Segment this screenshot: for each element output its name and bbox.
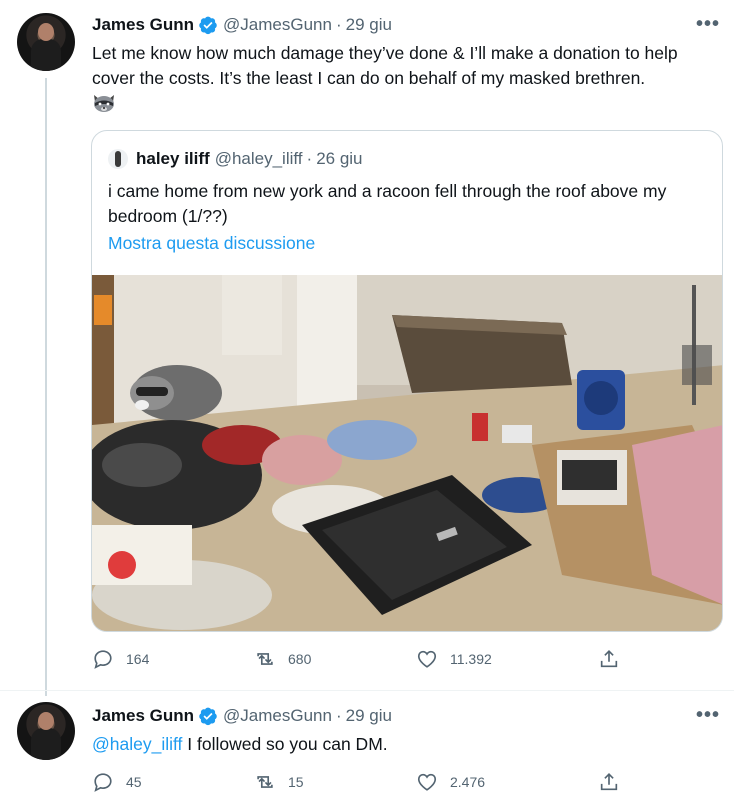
reply-button[interactable]: 45 <box>92 771 142 793</box>
tweet-photo[interactable] <box>92 275 723 632</box>
retweet-button[interactable]: 15 <box>254 771 304 793</box>
quoted-tweet-text: i came home from new york and a racoon f… <box>108 181 667 226</box>
quoted-tweet[interactable]: haley iliff @haley_iliff · 26 giu i came… <box>91 130 723 632</box>
avatar[interactable] <box>17 702 75 760</box>
quoted-avatar <box>108 149 128 169</box>
retweet-count: 680 <box>288 651 312 667</box>
retweet-icon <box>257 776 273 788</box>
tweet-header: James Gunn @JamesGunn · 29 giu <box>92 706 392 726</box>
share-button[interactable] <box>598 648 632 670</box>
tweet-reply[interactable]: James Gunn @JamesGunn · 29 giu ••• @hale… <box>0 691 734 803</box>
heart-icon <box>417 650 437 668</box>
share-button[interactable] <box>598 771 632 793</box>
quoted-tweet-header: haley iliff @haley_iliff · 26 giu <box>108 149 363 169</box>
more-options-icon[interactable]: ••• <box>696 704 720 727</box>
share-icon <box>600 773 618 791</box>
heart-icon <box>417 773 437 791</box>
avatar[interactable] <box>17 13 75 71</box>
action-bar: 164 680 11.392 <box>92 648 632 672</box>
show-thread-link[interactable]: Mostra questa discussione <box>108 233 315 254</box>
retweet-icon <box>257 653 273 665</box>
tweet-text-content: Let me know how much damage they’ve done… <box>92 43 678 88</box>
tweet-text: @haley_iliff I followed so you can DM. <box>92 732 722 757</box>
like-count: 11.392 <box>450 651 492 667</box>
author-name[interactable]: James Gunn <box>92 15 194 35</box>
reply-count: 164 <box>126 651 150 667</box>
like-button[interactable]: 2.476 <box>416 771 485 793</box>
reply-button[interactable]: 164 <box>92 648 149 670</box>
tweet-header: James Gunn @JamesGunn · 29 giu <box>92 15 392 35</box>
like-count: 2.476 <box>450 774 486 790</box>
mention-link[interactable]: @haley_iliff <box>92 734 182 754</box>
author-handle[interactable]: @JamesGunn <box>223 15 332 35</box>
verified-badge-icon <box>199 16 217 35</box>
tweet-timestamp[interactable]: 29 giu <box>346 706 392 726</box>
separator-dot: · <box>335 15 342 34</box>
author-handle[interactable]: @JamesGunn <box>223 706 332 726</box>
tweet-text-content: I followed so you can DM. <box>182 734 388 754</box>
tweet-timestamp[interactable]: 29 giu <box>346 15 392 35</box>
author-name[interactable]: James Gunn <box>92 706 194 726</box>
share-icon <box>600 650 618 668</box>
retweet-button[interactable]: 680 <box>254 648 311 670</box>
action-bar: 45 15 2.476 <box>92 771 632 795</box>
quoted-timestamp: 26 giu <box>316 149 363 168</box>
quoted-author-name: haley iliff <box>136 149 210 168</box>
verified-badge-icon <box>199 707 217 726</box>
thread-connector-line <box>45 78 47 696</box>
more-options-icon[interactable]: ••• <box>696 13 720 36</box>
separator-dot: · <box>335 706 342 725</box>
like-button[interactable]: 11.392 <box>416 648 492 670</box>
raccoon-emoji-icon <box>94 95 114 112</box>
reply-icon <box>94 773 112 792</box>
retweet-count: 15 <box>288 774 304 790</box>
tweet-text: Let me know how much damage they’ve done… <box>92 41 722 91</box>
tweet-main[interactable]: James Gunn @JamesGunn · 29 giu ••• Let m… <box>0 0 734 696</box>
quoted-author-handle: @haley_iliff <box>214 149 303 168</box>
reply-icon <box>94 650 112 669</box>
reply-count: 45 <box>126 774 142 790</box>
separator-dot: · <box>306 149 313 168</box>
